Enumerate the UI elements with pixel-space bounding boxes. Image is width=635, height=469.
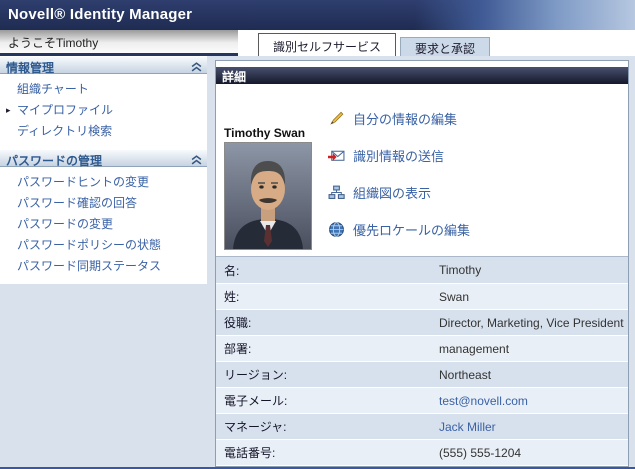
table-row: 電子メール: test@novell.com [216,387,628,413]
action-label: 優先ロケールの編集 [353,220,470,239]
sidebar-item-org-chart[interactable]: 組織チャート [0,79,207,100]
tab-requests-approvals[interactable]: 要求と承認 [400,37,490,56]
sidebar-item-label: 組織チャート [17,82,89,96]
profile-section: Timothy Swan [216,84,628,256]
sidebar-section-title: パスワードの管理 [6,154,102,168]
panel-title: 詳細 [216,67,628,84]
sidebar-item-label: パスワード同期ステータス [17,259,161,273]
detail-table: 名: Timothy 姓: Swan 役職: Director, Marketi… [216,256,628,465]
sidebar-item-directory-search[interactable]: ディレクトリ検索 [0,121,207,142]
tab-identity-self-service[interactable]: 識別セルフサービス [258,33,396,56]
sidebar-section-password-management[interactable]: パスワードの管理 [0,149,207,167]
sidebar-item-password-sync-status[interactable]: パスワード同期ステータス [0,256,207,277]
double-chevron-up-icon[interactable] [191,154,202,164]
page: Novell® Identity Manager ようこそTimothy 識別セ… [0,0,635,469]
action-label: 自分の情報の編集 [353,109,457,128]
sidebar: 情報管理 組織チャート ▸ マイプロファイル ディレクトリ検索 パスワードの管理 [0,56,207,284]
action-edit-your-information[interactable]: 自分の情報の編集 [328,108,470,128]
sidebar-item-label: パスワード確認の回答 [17,196,137,210]
table-row: マネージャ: Jack Miller [216,413,628,439]
sidebar-item-challenge-response[interactable]: パスワード確認の回答 [0,193,207,214]
action-send-identity-info[interactable]: 識別情報の送信 [328,145,470,165]
current-item-marker: ▸ [6,100,11,121]
sidebar-item-label: パスワードの変更 [17,217,113,231]
field-value: Director, Marketing, Vice President [439,316,624,330]
table-row: 電話番号: (555) 555-1204 [216,439,628,465]
action-display-org-chart[interactable]: 組織図の表示 [328,182,470,202]
send-mail-icon [328,147,345,164]
action-label: 組織図の表示 [353,183,431,202]
sidebar-section-title: 情報管理 [6,61,54,75]
sidebar-section-information-management[interactable]: 情報管理 [0,56,207,74]
field-value: Swan [439,290,469,304]
table-row: 名: Timothy [216,257,628,283]
sidebar-section-items: パスワードヒントの変更 パスワード確認の回答 パスワードの変更 パスワードポリシ… [0,167,207,284]
sidebar-item-label: ディレクトリ検索 [17,124,112,138]
detail-panel: 詳細 Timothy Swan [215,60,629,467]
field-label: 部署: [216,340,439,357]
table-row: リージョン: Northeast [216,361,628,387]
header-photo [415,0,635,30]
field-value: Northeast [439,368,491,382]
sub-header: ようこそTimothy 識別セルフサービス 要求と承認 [0,30,635,56]
manager-link[interactable]: Jack Miller [439,420,496,434]
org-chart-icon [328,184,345,201]
pencil-icon [328,110,345,127]
field-label: マネージャ: [216,418,439,435]
sidebar-item-label: パスワードヒントの変更 [17,175,149,189]
profile-photo [224,142,312,250]
sidebar-item-label: マイプロファイル [17,103,113,117]
field-value: Timothy [439,263,481,277]
globe-icon [328,221,345,238]
action-edit-preferred-locale[interactable]: 優先ロケールの編集 [328,219,470,239]
app-header: Novell® Identity Manager [0,0,635,30]
sidebar-section-items: 組織チャート ▸ マイプロファイル ディレクトリ検索 [0,74,207,149]
field-label: リージョン: [216,366,439,383]
field-label: 役職: [216,314,439,331]
sidebar-item-password-policy-status[interactable]: パスワードポリシーの状態 [0,235,207,256]
sidebar-item-my-profile[interactable]: ▸ マイプロファイル [0,100,207,121]
sidebar-item-label: パスワードポリシーの状態 [17,238,161,252]
action-label: 識別情報の送信 [353,146,444,165]
field-label: 名: [216,262,439,279]
welcome-text: ようこそTimothy [0,30,238,56]
action-links: 自分の情報の編集 識別情報の送信 組織図の表示 [328,108,470,256]
app-title: Novell® Identity Manager [8,6,192,23]
sidebar-item-change-password[interactable]: パスワードの変更 [0,214,207,235]
table-row: 役職: Director, Marketing, Vice President [216,309,628,335]
sidebar-item-password-hint[interactable]: パスワードヒントの変更 [0,172,207,193]
table-row: 姓: Swan [216,283,628,309]
field-value: (555) 555-1204 [439,446,521,460]
email-link[interactable]: test@novell.com [439,394,528,408]
field-label: 電話番号: [216,444,439,461]
field-label: 姓: [216,288,439,305]
table-row: 部署: management [216,335,628,361]
field-label: 電子メール: [216,392,439,409]
field-value: management [439,342,509,356]
double-chevron-up-icon[interactable] [191,61,202,71]
profile-name: Timothy Swan [224,126,305,140]
